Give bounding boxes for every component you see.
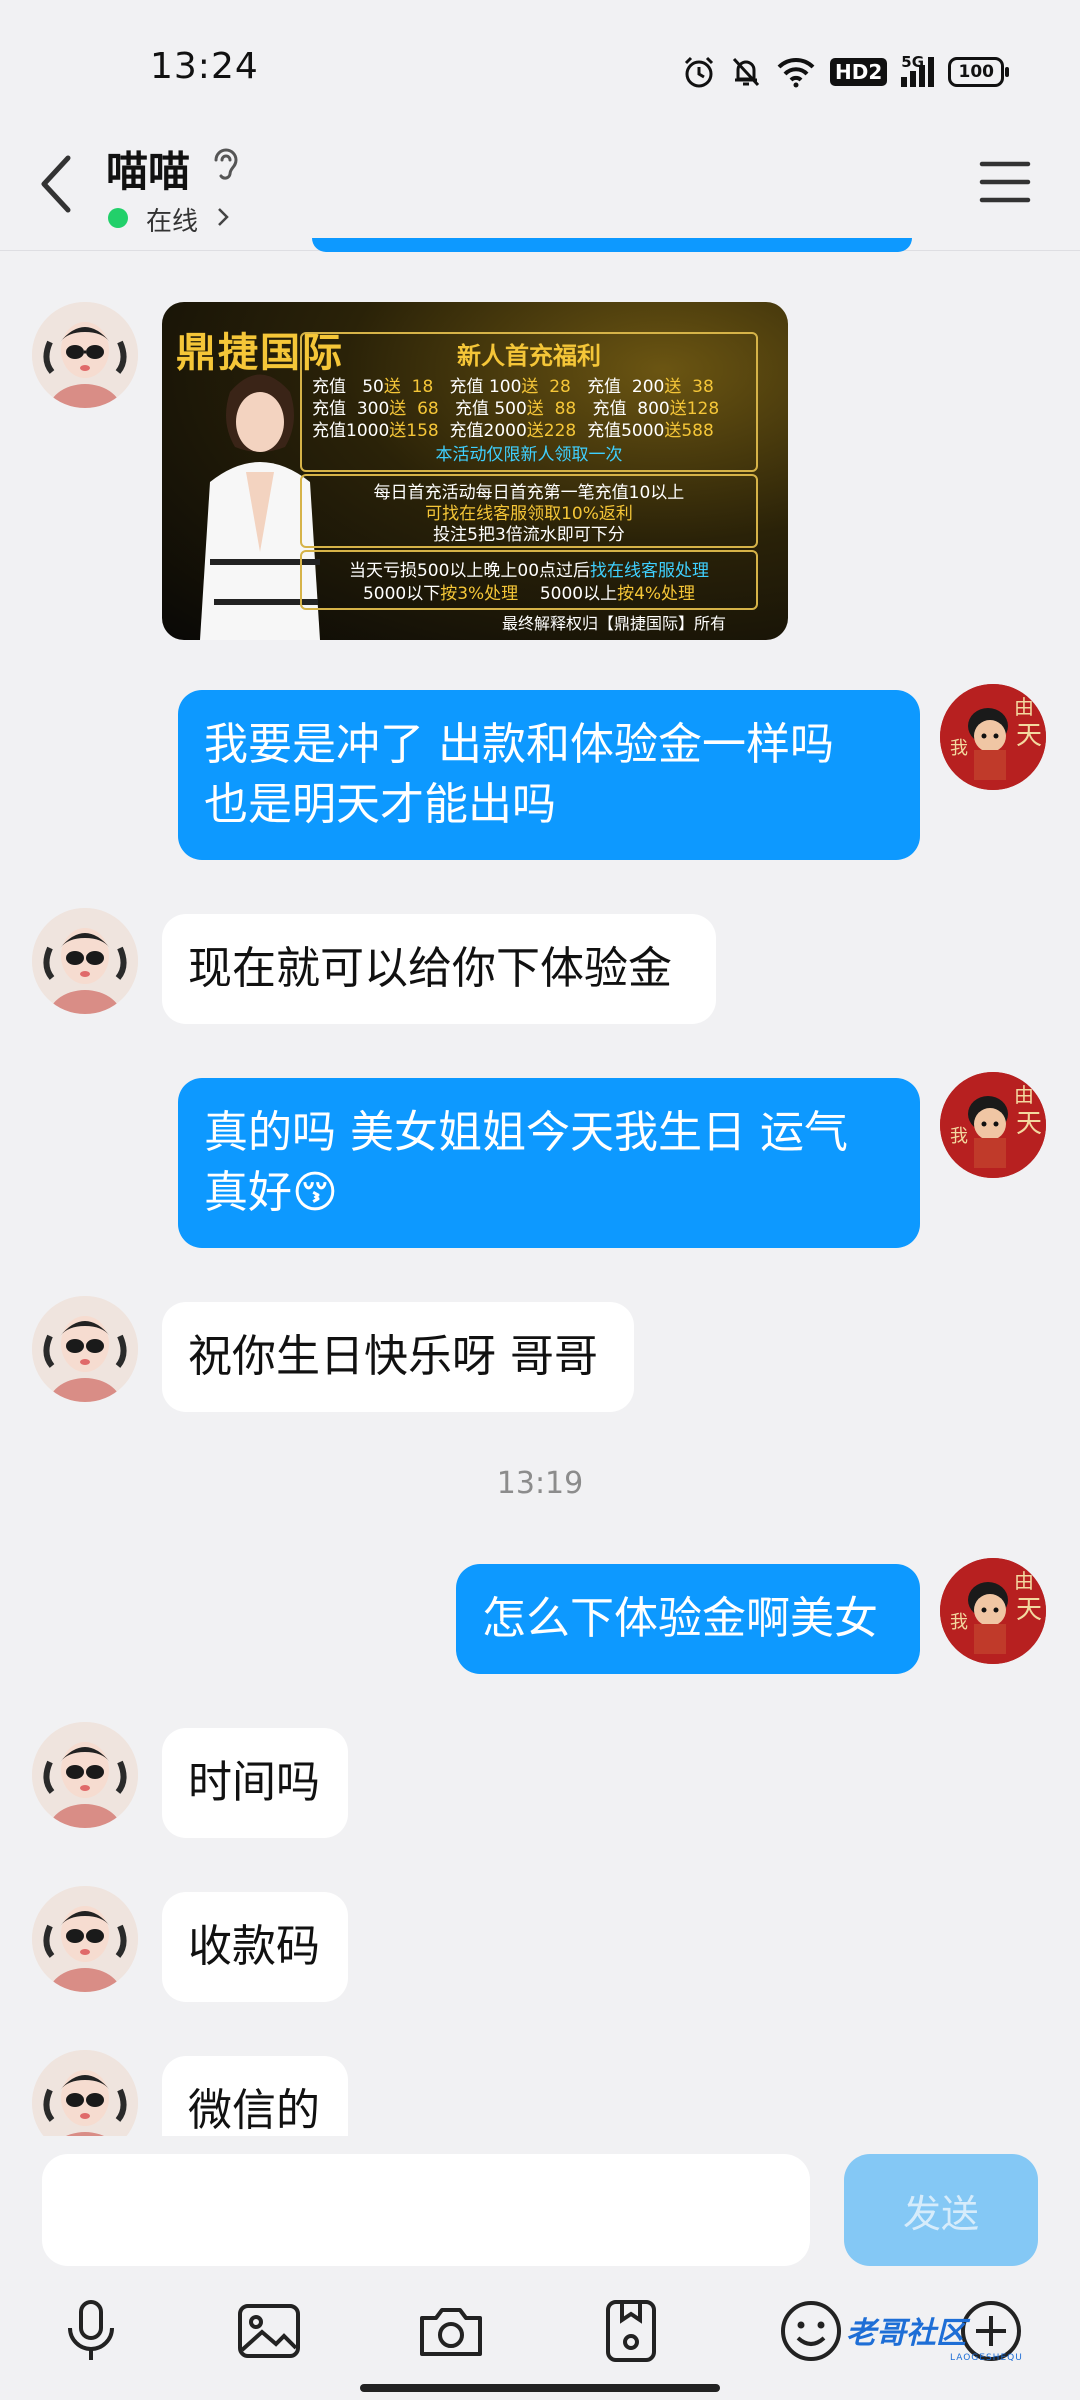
avatar-image bbox=[32, 908, 138, 1014]
ad-footer: 最终解释权归【鼎捷国际】所有 bbox=[502, 614, 727, 633]
ear-icon[interactable] bbox=[210, 144, 242, 184]
message-text: 我要是冲了 出款和体验金一样吗 bbox=[204, 719, 834, 770]
ad-image-message[interactable]: 鼎捷国际 新人首充福利 充值 50送 18 充值 100送 28 充值 200送… bbox=[162, 302, 788, 640]
microphone-icon[interactable] bbox=[56, 2296, 126, 2366]
svg-text:我: 我 bbox=[950, 1612, 968, 1633]
ad-loss-line: 5000以下按3%处理 5000以上按4%处理 bbox=[362, 584, 696, 604]
incoming-message[interactable]: 时间吗 bbox=[162, 1728, 348, 1838]
ad-loss-box: 当天亏损500以上晚上00点过后找在线客服处理 5000以下按3%处理 5000… bbox=[300, 550, 758, 610]
message-text: 真好😚 bbox=[204, 1167, 338, 1218]
outgoing-message[interactable]: 怎么下体验金啊美女 bbox=[456, 1564, 920, 1674]
message-text: 祝你生日快乐呀 哥哥 bbox=[188, 1331, 598, 1382]
contact-avatar[interactable] bbox=[32, 908, 138, 1014]
ad-once-note: 本活动仅限新人领取一次 bbox=[435, 445, 623, 465]
incoming-message[interactable]: 现在就可以给你下体验金 bbox=[162, 914, 716, 1024]
contact-avatar[interactable] bbox=[32, 1722, 138, 1828]
image-icon[interactable] bbox=[234, 2296, 304, 2366]
watermark-sub: LAOGESHEQU bbox=[950, 2353, 1023, 2363]
svg-text:我: 我 bbox=[950, 738, 968, 759]
my-avatar[interactable]: 由 我 天 bbox=[940, 684, 1046, 790]
contact-avatar[interactable] bbox=[32, 1886, 138, 1992]
status-icons: HD2 5G 100 bbox=[682, 50, 1010, 94]
svg-text:天: 天 bbox=[1016, 1595, 1042, 1625]
signal-icon: 5G bbox=[901, 53, 935, 87]
avatar-image bbox=[32, 1722, 138, 1828]
online-status[interactable]: 在线 bbox=[146, 201, 198, 238]
avatar-image: 由 我 天 bbox=[940, 684, 1046, 790]
status-time: 13:24 bbox=[150, 46, 259, 87]
bell-off-icon bbox=[732, 57, 760, 87]
incoming-message[interactable]: 祝你生日快乐呀 哥哥 bbox=[162, 1302, 634, 1412]
file-icon[interactable] bbox=[596, 2296, 666, 2366]
emoji-icon[interactable] bbox=[776, 2296, 846, 2366]
message-text: 微信的 bbox=[188, 2085, 320, 2136]
ad-daily-box: 每日首充活动每日首充第一笔充值10以上 可找在线客服领取10%返利 投注5把3倍… bbox=[300, 474, 758, 548]
outgoing-message[interactable]: 我要是冲了 出款和体验金一样吗 也是明天才能出吗 bbox=[178, 690, 920, 860]
contact-name[interactable]: 喵喵 bbox=[106, 138, 190, 199]
battery-icon: 100 bbox=[948, 57, 1010, 87]
send-button[interactable]: 发送 bbox=[844, 2154, 1038, 2266]
ad-loss-line: 当天亏损500以上晚上00点过后找在线客服处理 bbox=[348, 561, 710, 581]
my-avatar[interactable]: 由 我 天 bbox=[940, 1072, 1046, 1178]
message-text: 现在就可以给你下体验金 bbox=[188, 943, 672, 994]
signal-label: 5G bbox=[901, 53, 925, 71]
chevron-right-icon[interactable] bbox=[216, 206, 230, 228]
contact-avatar[interactable] bbox=[32, 302, 138, 408]
svg-text:由: 由 bbox=[1014, 1083, 1034, 1107]
svg-text:天: 天 bbox=[1016, 721, 1042, 751]
message-timestamp: 13:19 bbox=[496, 1466, 584, 1501]
back-icon[interactable] bbox=[36, 152, 76, 216]
message-text: 真的吗 美女姐姐今天我生日 运气 bbox=[204, 1107, 848, 1158]
avatar-image: 由 我 天 bbox=[940, 1558, 1046, 1664]
message-text: 时间吗 bbox=[188, 1757, 320, 1808]
incoming-message[interactable]: 收款码 bbox=[162, 1892, 348, 2002]
ad-title: 新人首充福利 bbox=[457, 342, 601, 370]
svg-text:由: 由 bbox=[1014, 1569, 1034, 1593]
message-input[interactable] bbox=[42, 2154, 810, 2266]
avatar-image bbox=[32, 1296, 138, 1402]
svg-text:天: 天 bbox=[1016, 1109, 1042, 1139]
partial-message-bubble bbox=[312, 238, 912, 252]
my-avatar[interactable]: 由 我 天 bbox=[940, 1558, 1046, 1664]
alarm-icon bbox=[684, 56, 714, 88]
menu-icon[interactable] bbox=[978, 158, 1032, 206]
wifi-icon bbox=[777, 57, 815, 88]
online-status-dot bbox=[108, 208, 128, 228]
svg-text:由: 由 bbox=[1014, 695, 1034, 719]
hd-icon: HD2 bbox=[830, 58, 888, 86]
ad-offer-row: 充值1000送158 充值2000送228 充值5000送588 bbox=[312, 421, 714, 441]
message-text: 也是明天才能出吗 bbox=[204, 779, 556, 830]
avatar-image bbox=[32, 1886, 138, 1992]
watermark: 老哥社区 bbox=[846, 2316, 966, 2351]
outgoing-message[interactable]: 真的吗 美女姐姐今天我生日 运气 真好😚 bbox=[178, 1078, 920, 1248]
avatar-image bbox=[32, 302, 138, 408]
contact-avatar[interactable] bbox=[32, 1296, 138, 1402]
camera-icon[interactable] bbox=[416, 2296, 486, 2366]
ad-daily-line: 投注5把3倍流水即可下分 bbox=[433, 525, 625, 545]
avatar-image: 由 我 天 bbox=[940, 1072, 1046, 1178]
svg-text:我: 我 bbox=[950, 1126, 968, 1147]
ad-offer-box: 新人首充福利 充值 50送 18 充值 100送 28 充值 200送 38 充… bbox=[300, 332, 758, 472]
message-text: 收款码 bbox=[188, 1921, 320, 1972]
message-text: 怎么下体验金啊美女 bbox=[482, 1593, 878, 1644]
home-indicator[interactable] bbox=[360, 2384, 720, 2392]
